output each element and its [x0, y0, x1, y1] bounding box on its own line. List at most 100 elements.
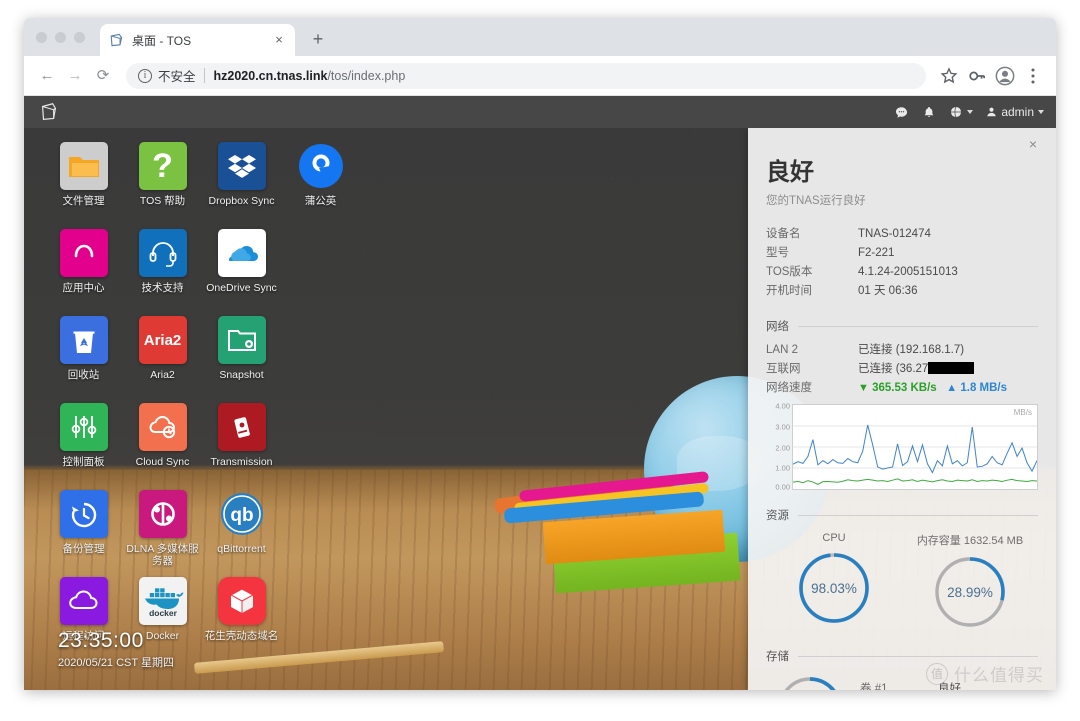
clock-time: 23:35:00 [58, 629, 144, 652]
chart-plot-area: MB/s [792, 404, 1038, 490]
desktop-icon-empty-4 [281, 490, 360, 577]
desktop-icon-dropbox-sync[interactable]: Dropbox Sync [202, 142, 281, 229]
cpu-gauge: CPU 98.03% [766, 532, 902, 631]
panel-title: 良好 [766, 159, 814, 186]
network-row-speed: 网络速度 ▼ 365.53 KB/s ▲ 1.8 MB/s [766, 379, 1038, 398]
cpu-label: CPU [822, 532, 846, 544]
tos-desktop: admin 文件管理 ? TOS 帮助 Dropbox Sync 蒲公英 应用中… [24, 96, 1056, 690]
device-info-row: 设备名 TNAS-012474 [766, 225, 1038, 244]
download-arrow-icon: ▼ [858, 382, 869, 394]
section-divider [798, 325, 1038, 327]
maximize-window-button[interactable] [74, 32, 85, 43]
reload-button[interactable]: ⟳ [90, 63, 116, 89]
chevron-down-icon[interactable] [967, 110, 974, 114]
desktop-icon-snapshot[interactable]: Snapshot [202, 316, 281, 403]
close-icon[interactable]: × [1024, 135, 1042, 153]
y-tick: 1.00 [775, 463, 790, 473]
tos-cube-logo[interactable] [38, 101, 60, 123]
star-icon[interactable] [936, 63, 962, 89]
section-title: 存储 [766, 651, 789, 663]
app-label: DLNA 多媒体服务器 [126, 543, 199, 567]
y-tick: 3.00 [775, 422, 790, 432]
chevron-down-icon[interactable] [1038, 110, 1044, 114]
profile-avatar-icon[interactable] [992, 63, 1018, 89]
section-divider [798, 655, 1038, 657]
desktop-icon-file-manager[interactable]: 文件管理 [44, 142, 123, 229]
app-label: Snapshot [219, 369, 264, 381]
desktop-icon-grid: 文件管理 ? TOS 帮助 Dropbox Sync 蒲公英 应用中心 技术支持… [44, 142, 360, 664]
device-info-value: 01 天 06:36 [858, 285, 918, 297]
desktop-icon-cloud-sync[interactable]: Cloud Sync [123, 403, 202, 490]
network-traffic-chart: 4.00 3.00 2.00 1.00 0.00 MB/s [766, 402, 1038, 492]
resource-gauges: CPU 98.03% 内存容量 1632.54 MB 28.99% [766, 532, 1038, 631]
desktop-icon-oray-ddns[interactable]: 花生壳动态域名 [202, 577, 281, 664]
device-info-row: 开机时间 01 天 06:36 [766, 282, 1038, 301]
tos-topbar: admin [24, 96, 1056, 128]
dropbox-icon [217, 142, 266, 190]
browser-tabstrip: 桌面 - TOS × + [24, 18, 1056, 56]
memory-value: 28.99% [947, 584, 993, 600]
cloud-remote-icon [59, 577, 108, 625]
headset-icon [138, 229, 187, 277]
dlna-icon [138, 490, 187, 538]
app-label: 回收站 [67, 369, 100, 381]
chart-unit-label: MB/s [1013, 408, 1032, 417]
cloud-sync-icon [138, 403, 187, 451]
network-value: 已连接 (36.27 [858, 360, 975, 379]
desktop-icon-qbittorrent[interactable]: qb qBittorrent [202, 490, 281, 577]
device-info-key: TOS版本 [766, 266, 813, 278]
chat-icon[interactable] [894, 105, 909, 120]
watermark-text: 什么值得买 [954, 666, 1044, 685]
key-icon[interactable] [964, 63, 990, 89]
desktop-icon-pgy[interactable]: 蒲公英 [281, 142, 360, 229]
qb-circle-icon: qb [218, 490, 266, 538]
site-watermark: 值 什么值得买 [926, 661, 1044, 686]
sliders-icon [59, 403, 108, 451]
storage-ring: 16% [774, 673, 846, 690]
desktop-icon-backup-manager[interactable]: 备份管理 [44, 490, 123, 577]
desktop-icon-support[interactable]: 技术支持 [123, 229, 202, 316]
close-window-button[interactable] [36, 32, 47, 43]
desktop-icon-dlna[interactable]: DLNA 多媒体服务器 [123, 490, 202, 577]
device-info-row: TOS版本 4.1.24-2005151013 [766, 263, 1038, 282]
new-tab-button[interactable]: + [307, 29, 329, 51]
desktop-icon-onedrive-sync[interactable]: OneDrive Sync [202, 229, 281, 316]
minimize-window-button[interactable] [55, 32, 66, 43]
desktop-icon-app-center[interactable]: 应用中心 [44, 229, 123, 316]
transmission-icon [217, 403, 266, 451]
memory-label: 内存容量 1632.54 MB [916, 535, 1024, 547]
user-menu[interactable]: admin [986, 105, 1044, 119]
notification-bell-icon[interactable] [922, 105, 936, 120]
globe-language-icon[interactable] [949, 105, 974, 119]
browser-toolbar: ← → ⟳ i 不安全 hz2020.cn.tnas.link /tos/ind… [24, 56, 1056, 96]
onedrive-cloud-icon [217, 229, 266, 277]
window-traffic-lights[interactable] [36, 32, 85, 43]
app-label: Dropbox Sync [208, 195, 275, 207]
forward-button[interactable]: → [62, 63, 88, 89]
network-value: 已连接 (192.168.1.7) [858, 344, 965, 356]
app-label: TOS 帮助 [139, 195, 186, 207]
address-bar[interactable]: i 不安全 hz2020.cn.tnas.link /tos/index.php [126, 62, 926, 89]
docker-whale-icon: docker [138, 577, 187, 625]
omnibox-divider [203, 68, 205, 83]
recycle-bin-icon [59, 316, 108, 364]
kebab-menu-icon[interactable] [1020, 63, 1046, 89]
desktop-icon-control-panel[interactable]: 控制面板 [44, 403, 123, 490]
cpu-value: 98.03% [811, 580, 857, 596]
tab-close-icon[interactable]: × [271, 32, 287, 48]
url-path: /tos/index.php [327, 68, 406, 83]
network-key: 互联网 [766, 363, 801, 375]
app-label: Aria2 [150, 369, 175, 381]
app-label: Transmission [210, 456, 273, 468]
desktop-icon-recycle-bin[interactable]: 回收站 [44, 316, 123, 403]
browser-tab[interactable]: 桌面 - TOS × [100, 24, 295, 56]
desktop-icon-transmission[interactable]: Transmission [202, 403, 281, 490]
question-mark-icon: ? [138, 142, 187, 190]
desktop-icon-tos-help[interactable]: ? TOS 帮助 [123, 142, 202, 229]
desktop-icon-aria2[interactable]: Aria2 Aria2 [123, 316, 202, 403]
network-info-list: LAN 2 已连接 (192.168.1.7) 互联网 已连接 (36.27 网… [766, 341, 1038, 398]
network-row-wan: 互联网 已连接 (36.27 [766, 360, 1038, 379]
device-info-value: TNAS-012474 [858, 228, 931, 240]
back-button[interactable]: ← [34, 63, 60, 89]
site-info-icon[interactable]: i [138, 68, 152, 83]
